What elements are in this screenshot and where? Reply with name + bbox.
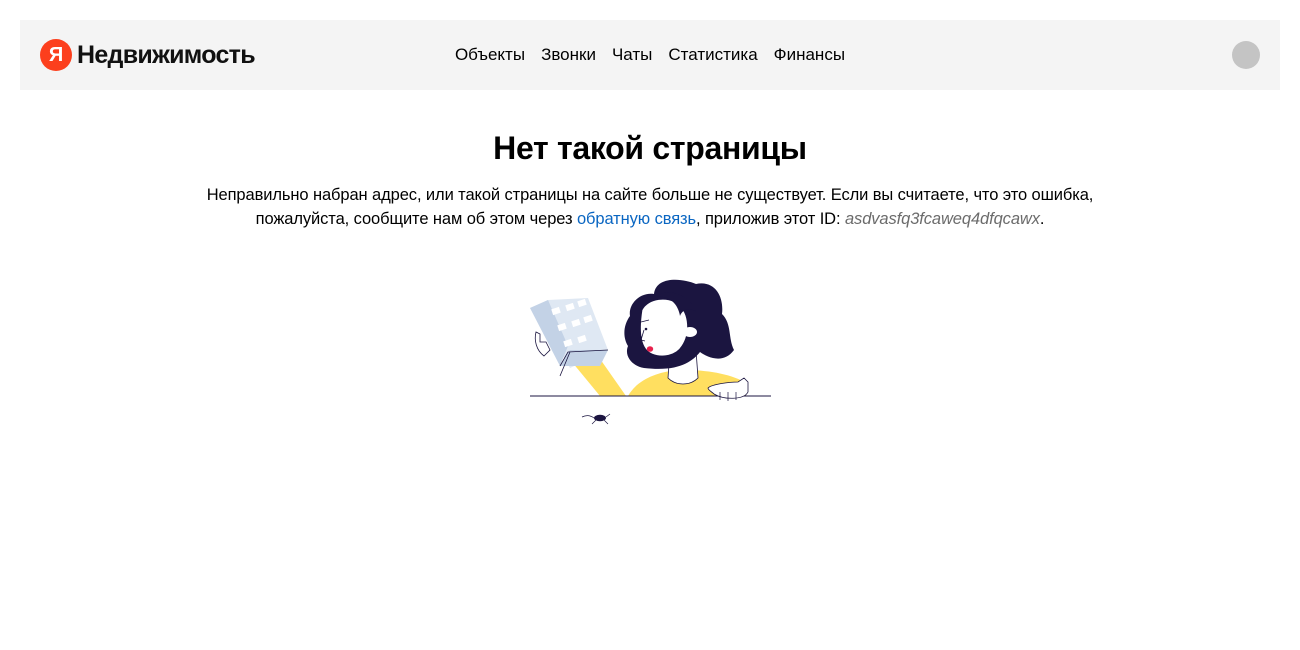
nav-item-chats[interactable]: Чаты: [612, 44, 652, 66]
feedback-link[interactable]: обратную связь: [577, 210, 696, 228]
nav-item-objects[interactable]: Объекты: [455, 44, 525, 66]
description-text-end: .: [1039, 210, 1045, 228]
top-header: Я Недвижимость Объекты Звонки Чаты Стати…: [20, 20, 1280, 90]
woman-holding-building-illustration: [530, 279, 771, 425]
nav-item-calls[interactable]: Звонки: [541, 44, 596, 66]
nav-item-statistics[interactable]: Статистика: [668, 44, 757, 66]
description-text-middle: , приложив этот ID:: [696, 210, 845, 228]
error-description: Неправильно набран адрес, или такой стра…: [190, 183, 1110, 231]
page-title: Нет такой страницы: [493, 130, 807, 166]
nav-item-finance[interactable]: Финансы: [774, 44, 845, 66]
user-avatar-icon[interactable]: [1232, 41, 1260, 69]
request-id: asdvasfq3fcaweq4dfqcawx: [844, 210, 1040, 228]
main-nav: Объекты Звонки Чаты Статистика Финансы: [20, 44, 1280, 66]
